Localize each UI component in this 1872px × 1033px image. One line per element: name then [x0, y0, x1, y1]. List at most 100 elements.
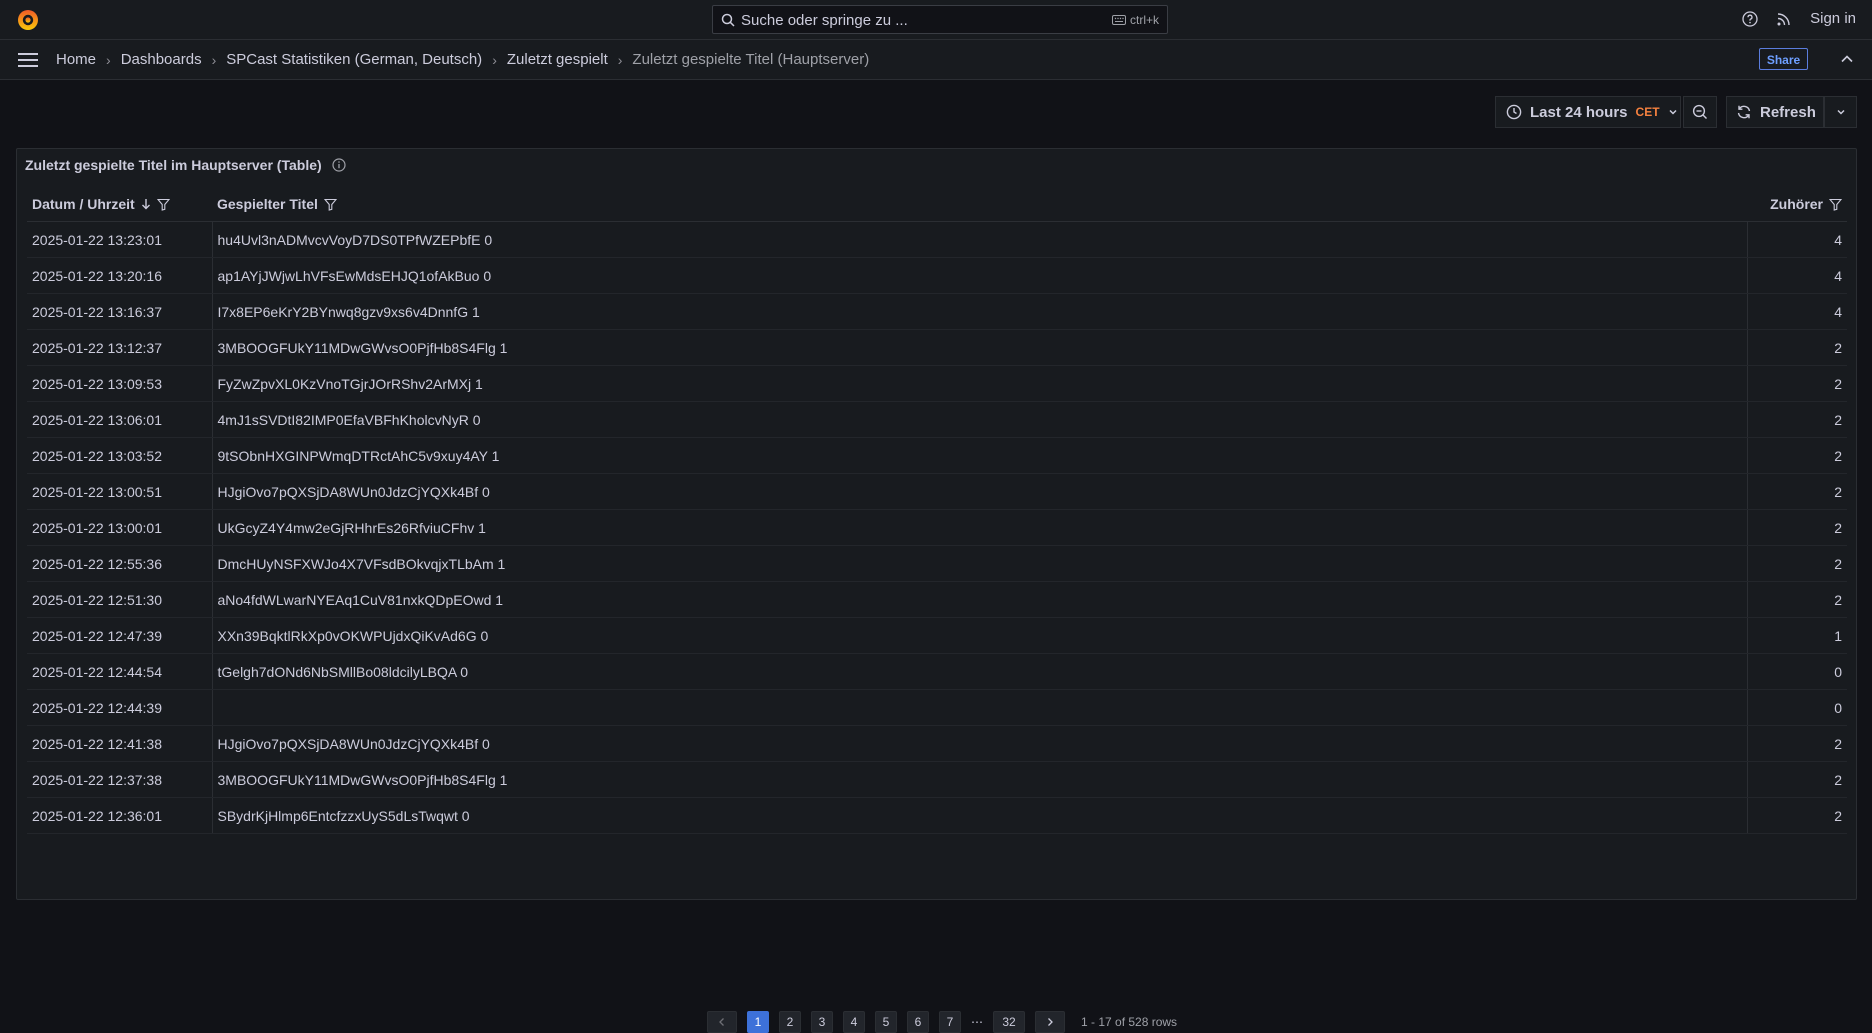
- column-header-title[interactable]: Gespielter Titel: [212, 187, 1747, 222]
- table-row: 2025-01-22 12:51:30 aNo4fdWLwarNYEAq1CuV8…: [27, 581, 1847, 618]
- panel-header: Zuletzt gespielte Titel im Hauptserver (…: [25, 157, 346, 173]
- page-button[interactable]: 5: [875, 1011, 897, 1033]
- cell-datetime: 2025-01-22 13:09:53: [27, 365, 213, 402]
- cell-title: HJgiOvo7pQXSjDA8WUn0JdzCjYQXk4Bf 0: [212, 473, 1748, 510]
- cell-listeners: 2: [1747, 761, 1847, 798]
- panel-title: Zuletzt gespielte Titel im Hauptserver (…: [25, 157, 322, 173]
- page-button[interactable]: 32: [993, 1011, 1025, 1033]
- cell-datetime: 2025-01-22 12:55:36: [27, 545, 213, 582]
- table-row: 2025-01-22 13:23:01 hu4Uvl3nADMvcvVoyD7DS…: [27, 221, 1847, 258]
- refresh-label: Refresh: [1760, 103, 1816, 121]
- cell-listeners: 4: [1747, 257, 1847, 294]
- column-header-listeners[interactable]: Zuhörer: [1747, 187, 1847, 222]
- breadcrumb-subfolder[interactable]: Zuletzt gespielt: [507, 51, 608, 68]
- sort-desc-icon: [141, 198, 151, 210]
- cell-datetime: 2025-01-22 12:44:39: [27, 689, 213, 726]
- cell-title: ap1AYjJWjwLhVFsEwMdsEHJQ1ofAkBuo 0: [212, 257, 1748, 294]
- refresh-interval-dropdown[interactable]: [1824, 96, 1857, 128]
- share-button[interactable]: Share: [1759, 48, 1808, 70]
- breadcrumb-folder[interactable]: SPCast Statistiken (German, Deutsch): [226, 51, 482, 68]
- cell-listeners: 2: [1747, 473, 1847, 510]
- chevron-down-icon: [1668, 107, 1678, 117]
- table-row: 2025-01-22 13:06:01 4mJ1sSVDtI82IMP0EfaVB…: [27, 401, 1847, 438]
- table-header-row: Datum / Uhrzeit Gespielter Titel Zuhörer: [27, 187, 1847, 222]
- filter-icon[interactable]: [156, 198, 170, 211]
- sign-in-link[interactable]: Sign in: [1810, 10, 1856, 27]
- search-input[interactable]: Suche oder springe zu ... ctrl+k: [712, 5, 1168, 34]
- chevron-right-icon: ›: [106, 51, 111, 68]
- cell-listeners: 0: [1747, 689, 1847, 726]
- page-button[interactable]: 4: [843, 1011, 865, 1033]
- column-label: Gespielter Titel: [217, 196, 318, 212]
- cell-listeners: 4: [1747, 293, 1847, 330]
- chevron-right-icon: ›: [617, 51, 623, 68]
- help-icon[interactable]: [1742, 10, 1758, 27]
- table-row: 2025-01-22 12:37:38 3MBOOGFUkY11MDwGWvsO0…: [27, 761, 1847, 798]
- table-row: 2025-01-22 12:36:01 SBydrKjHlmp6EntcfzzxU…: [27, 797, 1847, 834]
- cell-listeners: 2: [1747, 797, 1847, 834]
- breadcrumb-dashboards[interactable]: Dashboards: [121, 51, 202, 68]
- cell-datetime: 2025-01-22 13:06:01: [27, 401, 213, 438]
- table-row: 2025-01-22 13:09:53 FyZwZpvXL0KzVnoTGjrJO…: [27, 365, 1847, 402]
- cell-listeners: 2: [1747, 725, 1847, 762]
- breadcrumb-home[interactable]: Home: [56, 51, 96, 68]
- prev-page-button[interactable]: [707, 1011, 737, 1033]
- cell-title: XXn39BqktlRkXp0vOKWPUjdxQiKvAd6G 0: [212, 617, 1748, 654]
- info-icon[interactable]: [332, 158, 346, 172]
- clock-icon: [1506, 104, 1522, 120]
- cell-listeners: 4: [1747, 221, 1847, 258]
- cell-title: FyZwZpvXL0KzVnoTGjrJOrRShv2ArMXj 1: [212, 365, 1748, 402]
- cell-datetime: 2025-01-22 13:03:52: [27, 437, 213, 474]
- top-right-actions: Sign in: [1742, 10, 1856, 27]
- cell-datetime: 2025-01-22 13:16:37: [27, 293, 213, 330]
- refresh-button[interactable]: Refresh: [1726, 96, 1824, 128]
- cell-title: tGelgh7dONd6NbSMllBo08ldcilyLBQA 0: [212, 653, 1748, 690]
- pagination: 1 2 3 4 5 6 7 ⋯ 32 1 - 17 of 528 rows: [707, 1011, 1177, 1033]
- breadcrumb-bar: Home › Dashboards › SPCast Statistiken (…: [0, 40, 1872, 80]
- table-row: 2025-01-22 12:44:39 0: [27, 689, 1847, 726]
- cell-listeners: 0: [1747, 653, 1847, 690]
- zoom-out-button[interactable]: [1683, 96, 1717, 128]
- shortcut-label: ctrl+k: [1129, 13, 1159, 27]
- search-icon: [721, 13, 735, 27]
- menu-icon[interactable]: [18, 52, 38, 68]
- cell-listeners: 2: [1747, 437, 1847, 474]
- page-button[interactable]: 1: [747, 1011, 769, 1033]
- table-row: 2025-01-22 13:12:37 3MBOOGFUkY11MDwGWvsO0…: [27, 329, 1847, 366]
- keyboard-icon: [1111, 15, 1126, 25]
- table-panel: Zuletzt gespielte Titel im Hauptserver (…: [16, 148, 1857, 1033]
- data-table: Datum / Uhrzeit Gespielter Titel Zuhörer…: [27, 187, 1847, 834]
- refresh-icon: [1736, 104, 1752, 120]
- chevron-up-icon[interactable]: [1840, 52, 1854, 66]
- column-header-datetime[interactable]: Datum / Uhrzeit: [27, 187, 212, 222]
- table-row: 2025-01-22 13:00:01 UkGcyZ4Y4mw2eGjRHhrEs…: [27, 509, 1847, 546]
- cell-title: 9tSObnHXGINPWmqDTRctAhC5v9xuy4AY 1: [212, 437, 1748, 474]
- filter-icon[interactable]: [1829, 198, 1842, 211]
- cell-datetime: 2025-01-22 13:20:16: [27, 257, 213, 294]
- filter-icon[interactable]: [323, 198, 337, 211]
- page-button[interactable]: 2: [779, 1011, 801, 1033]
- page-button[interactable]: 7: [939, 1011, 961, 1033]
- search-placeholder: Suche oder springe zu ...: [741, 12, 908, 29]
- cell-title: UkGcyZ4Y4mw2eGjRHhrEs26RfviuCFhv 1: [212, 509, 1748, 546]
- cell-title: SBydrKjHlmp6EntcfzzxUyS5dLsTwqwt 0: [212, 797, 1748, 834]
- next-page-button[interactable]: [1035, 1011, 1065, 1033]
- chevron-right-icon: ›: [492, 51, 497, 68]
- cell-listeners: 2: [1747, 545, 1847, 582]
- cell-listeners: 2: [1747, 581, 1847, 618]
- cell-listeners: 2: [1747, 365, 1847, 402]
- table-row: 2025-01-22 13:16:37 I7x8EP6eKrY2BYnwq8gzv…: [27, 293, 1847, 330]
- pagination-info: 1 - 17 of 528 rows: [1081, 1015, 1178, 1029]
- table-row: 2025-01-22 13:20:16 ap1AYjJWjwLhVFsEwMdsE…: [27, 257, 1847, 294]
- time-range-picker[interactable]: Last 24 hours CET: [1495, 96, 1681, 128]
- cell-title: DmcHUyNSFXWJo4X7VFsdBOkvqjxTLbAm 1: [212, 545, 1748, 582]
- pagination-ellipsis: ⋯: [971, 1015, 983, 1029]
- page-button[interactable]: 3: [811, 1011, 833, 1033]
- time-range-label: Last 24 hours: [1530, 103, 1628, 121]
- page-button[interactable]: 6: [907, 1011, 929, 1033]
- grafana-logo-icon[interactable]: [16, 8, 40, 32]
- cell-listeners: 2: [1747, 329, 1847, 366]
- rss-icon[interactable]: [1776, 11, 1792, 27]
- column-label: Zuhörer: [1770, 196, 1823, 212]
- cell-datetime: 2025-01-22 12:51:30: [27, 581, 213, 618]
